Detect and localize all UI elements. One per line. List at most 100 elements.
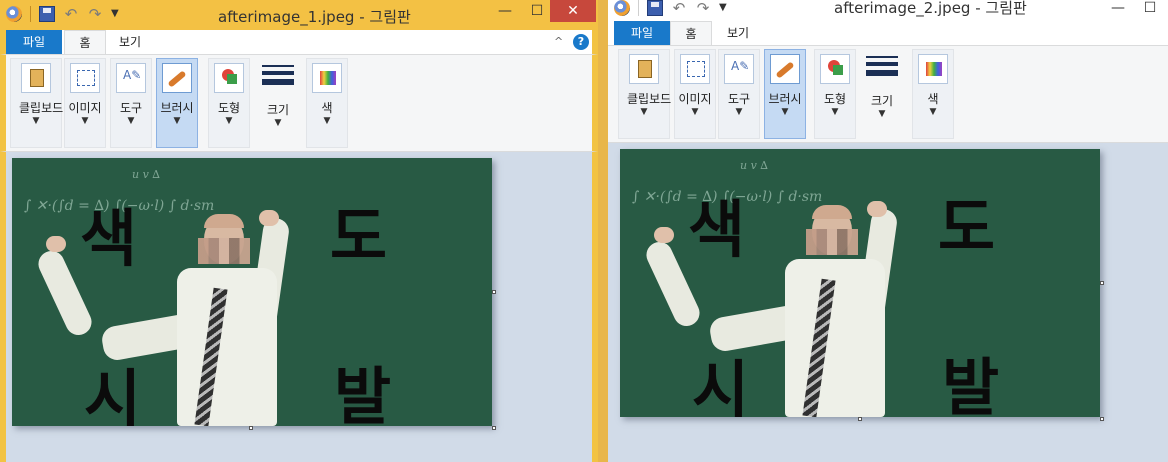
dropdown-arrow-icon: ▼	[878, 109, 886, 119]
size-icon	[866, 56, 898, 86]
group-label: 도구	[727, 92, 751, 106]
group-size[interactable]: 크기 ▼	[254, 58, 304, 148]
overlay-text: 도	[330, 200, 388, 273]
undo-icon[interactable]: ↶	[63, 6, 79, 22]
overlay-text: 발	[334, 360, 392, 426]
group-label: 클립보드	[627, 92, 672, 106]
overlay-text: 도	[938, 191, 996, 264]
resize-handle[interactable]	[492, 290, 496, 294]
tab-file[interactable]: 파일	[6, 30, 62, 54]
dropdown-arrow-icon: ▼	[81, 116, 89, 126]
paint-app-icon[interactable]	[614, 0, 630, 16]
group-image[interactable]: 이미지 ▼	[64, 58, 106, 148]
save-icon[interactable]	[39, 6, 55, 22]
dropdown-arrow-icon: ▼	[173, 116, 181, 126]
collapse-ribbon-icon[interactable]: ^	[554, 35, 563, 48]
maximize-button[interactable]: ☐	[1135, 0, 1165, 19]
group-tools[interactable]: A✎ 도구 ▼	[110, 58, 152, 148]
group-tools[interactable]: A✎ 도구 ▼	[718, 49, 760, 139]
size-icon	[262, 65, 294, 95]
group-brush[interactable]: 브러시 ▼	[764, 49, 806, 139]
group-label: 도형	[217, 101, 241, 115]
dropdown-arrow-icon: ▼	[831, 107, 839, 117]
ribbon-tabs: 파일 홈 보기	[608, 21, 1168, 45]
resize-handle[interactable]	[249, 426, 253, 430]
image-canvas[interactable]: ∫ ✕·(∫d = ∆) ∫(−ω·l) ∫ d·sm u v ∆ +C 색 도…	[12, 158, 492, 426]
paint-window-2: ↶ ↷ ▼ afterimage_2.jpeg - 그림판 — ☐ 파일 홈 보…	[608, 0, 1168, 462]
tab-home[interactable]: 홈	[670, 21, 712, 45]
overlay-text: 발	[942, 351, 1000, 417]
dropdown-arrow-icon: ▼	[127, 116, 135, 126]
blurred-face	[806, 229, 858, 255]
image-canvas[interactable]: ∫ ✕·(∫d = ∆) ∫(−ω·l) ∫ d·sm u v ∆ +C 색 도…	[620, 149, 1100, 417]
dropdown-arrow-icon: ▼	[781, 107, 789, 117]
group-label: 색	[321, 101, 333, 115]
color-icon	[918, 54, 948, 84]
quick-access-toolbar: ↶ ↷ ▼	[614, 0, 727, 16]
overlay-text: 시	[692, 353, 750, 417]
group-brush[interactable]: 브러시 ▼	[156, 58, 198, 148]
dropdown-arrow-icon: ▼	[225, 116, 233, 126]
ribbon: 클립보드 ▼ 이미지 ▼ A✎ 도구 ▼ 브러시 ▼ 도형 ▼ 크기 ▼ 색 ▼	[0, 54, 598, 152]
redo-icon[interactable]: ↷	[695, 0, 711, 16]
undo-icon[interactable]: ↶	[671, 0, 687, 16]
minimize-button[interactable]: —	[1103, 0, 1133, 19]
tab-view[interactable]: 보기	[716, 21, 760, 45]
resize-handle[interactable]	[858, 417, 862, 421]
tools-icon: A✎	[724, 54, 754, 84]
brush-icon	[770, 54, 800, 84]
group-label: 도형	[823, 92, 847, 106]
paint-window-1: ↶ ↷ ▼ afterimage_1.jpeg - 그림판 — ☐ ✕ 파일 홈…	[0, 0, 598, 462]
group-label: 클립보드	[19, 101, 64, 115]
overlay-text: 시	[84, 362, 142, 426]
brush-icon	[162, 63, 192, 93]
dropdown-arrow-icon: ▼	[323, 116, 331, 126]
resize-handle[interactable]	[492, 426, 496, 430]
drawing-area[interactable]: ∫ ✕·(∫d = ∆) ∫(−ω·l) ∫ d·sm u v ∆ +C 색 도…	[0, 152, 598, 462]
group-label: 이미지	[678, 92, 712, 106]
shapes-icon	[820, 54, 850, 84]
minimize-button[interactable]: —	[490, 0, 520, 22]
resize-handle[interactable]	[1100, 281, 1104, 285]
group-size[interactable]: 크기 ▼	[858, 49, 908, 139]
overlay-text: 색	[688, 193, 746, 266]
group-label: 색	[927, 92, 939, 106]
title-bar[interactable]: ↶ ↷ ▼ afterimage_2.jpeg - 그림판 — ☐	[608, 0, 1168, 20]
group-label: 브러시	[160, 101, 194, 115]
drawing-area[interactable]: ∫ ✕·(∫d = ∆) ∫(−ω·l) ∫ d·sm u v ∆ +C 색 도…	[608, 143, 1168, 462]
title-bar[interactable]: ↶ ↷ ▼ afterimage_1.jpeg - 그림판 — ☐ ✕	[0, 0, 598, 30]
group-image[interactable]: 이미지 ▼	[674, 49, 716, 139]
group-clipboard[interactable]: 클립보드 ▼	[618, 49, 672, 139]
group-colors[interactable]: 색 ▼	[912, 49, 954, 139]
group-colors[interactable]: 색 ▼	[306, 58, 348, 148]
blurred-face	[198, 238, 250, 264]
window-title: afterimage_2.jpeg - 그림판	[834, 0, 1027, 17]
group-clipboard[interactable]: 클립보드 ▼	[10, 58, 64, 148]
group-shapes[interactable]: 도형 ▼	[814, 49, 856, 139]
group-label: 이미지	[68, 101, 102, 115]
maximize-button[interactable]: ☐	[522, 0, 552, 22]
overlay-text: 색	[80, 202, 138, 275]
tools-icon: A✎	[116, 63, 146, 93]
qat-separator	[638, 0, 639, 16]
help-icon[interactable]: ?	[573, 34, 589, 50]
qat-separator	[30, 6, 31, 22]
redo-icon[interactable]: ↷	[87, 6, 103, 22]
select-icon	[680, 54, 710, 84]
customize-qat-icon[interactable]: ▼	[719, 0, 727, 16]
tab-home[interactable]: 홈	[64, 30, 106, 54]
paint-app-icon[interactable]	[6, 6, 22, 22]
close-button[interactable]: ✕	[550, 0, 596, 22]
resize-handle[interactable]	[1100, 417, 1104, 421]
ribbon-tabs: 파일 홈 보기 ^ ?	[0, 30, 598, 54]
tab-file[interactable]: 파일	[614, 21, 670, 45]
save-icon[interactable]	[647, 0, 663, 16]
group-label: 도구	[119, 101, 143, 115]
group-shapes[interactable]: 도형 ▼	[208, 58, 250, 148]
customize-qat-icon[interactable]: ▼	[111, 6, 119, 22]
tab-view[interactable]: 보기	[108, 30, 152, 54]
window-title: afterimage_1.jpeg - 그림판	[218, 8, 411, 26]
group-label: 브러시	[768, 92, 802, 106]
dropdown-arrow-icon: ▼	[640, 107, 648, 117]
group-label: 크기	[266, 103, 290, 117]
